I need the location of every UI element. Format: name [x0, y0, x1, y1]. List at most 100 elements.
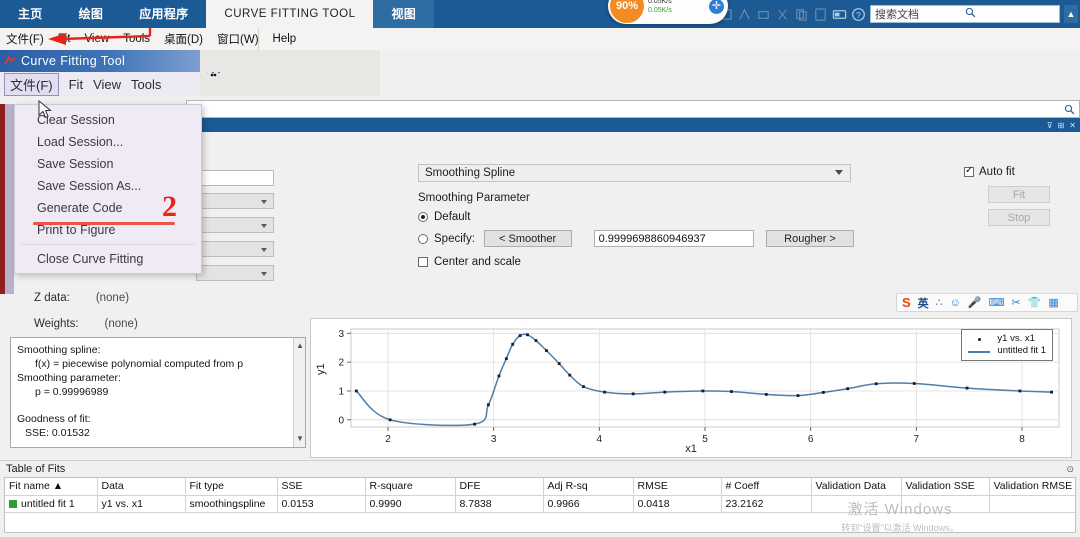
specify-radio[interactable]	[418, 233, 428, 244]
copy-icon[interactable]	[794, 7, 809, 22]
specify-radio-row[interactable]: Specify: < Smoother 0.9999698860946937 R…	[418, 230, 854, 247]
menubar-item-help[interactable]: Help	[273, 33, 297, 45]
menubar-item-file[interactable]: 文件(F)	[6, 31, 44, 47]
col-rmse[interactable]: RMSE	[633, 478, 722, 496]
col-validation-data[interactable]: Validation Data	[811, 478, 902, 496]
col-validation-rmse[interactable]: Validation RMSE	[989, 478, 1075, 496]
weights-value: (none)	[104, 318, 138, 330]
menubar-item-view[interactable]: View	[84, 33, 109, 45]
sogou-logo-icon[interactable]: S	[902, 295, 911, 310]
mic-icon[interactable]: 🎤	[968, 296, 982, 309]
center-scale-row[interactable]: Center and scale	[418, 256, 854, 268]
help-icon[interactable]: ?	[851, 7, 866, 22]
search-icon[interactable]	[965, 7, 1055, 21]
matlab-logo-icon	[4, 55, 16, 67]
path-search-icon[interactable]	[1060, 100, 1080, 118]
default-radio-label: Default	[434, 211, 471, 223]
ribbon-tab-plots[interactable]: 绘图	[61, 0, 122, 28]
ime-mode-label[interactable]: 英	[918, 295, 929, 311]
network-rates: 0.05K/s 0.05K/s	[644, 0, 709, 15]
panel-options-icon[interactable]: ⊙	[1066, 464, 1074, 475]
keyboard-icon[interactable]: ⌨	[989, 296, 1005, 309]
annotation-number-2: 2	[162, 190, 177, 223]
smoothing-parameter-input[interactable]: 0.9999698860946937	[593, 230, 754, 247]
collapse-ribbon-icon[interactable]: ▲	[1064, 5, 1078, 23]
y-data-select[interactable]	[196, 217, 274, 233]
paste-icon[interactable]	[813, 7, 828, 22]
menu-item-load-session[interactable]: Load Session...	[15, 131, 201, 153]
col-sse[interactable]: SSE	[277, 478, 366, 496]
menu-item-save-session[interactable]: Save Session	[15, 153, 201, 175]
col-dfe[interactable]: DFE	[455, 478, 544, 496]
menubar-item-tools[interactable]: Tools	[123, 33, 150, 45]
ime-dots-icon[interactable]: ∴	[936, 296, 943, 309]
x-data-select[interactable]	[196, 193, 274, 209]
fit-plot-panel[interactable]: 2 3 4 5 6 7 8 0 1 2 3 y1 x1 y1 vs. x1 untitled fit…	[310, 318, 1072, 458]
path-bar[interactable]: ▸ ▾	[186, 100, 1080, 118]
col-validation-sse[interactable]: Validation SSE	[901, 478, 990, 496]
emoji-icon[interactable]: ☺	[950, 297, 961, 309]
save-icon[interactable]	[737, 7, 752, 22]
close-icon[interactable]: ✕	[1069, 121, 1076, 130]
print-icon[interactable]	[756, 7, 771, 22]
skin-icon[interactable]: 👕	[1028, 296, 1042, 309]
svg-text:2: 2	[385, 434, 391, 445]
fit-name-input[interactable]	[196, 170, 274, 186]
search-text: 搜索文档	[875, 9, 919, 21]
cft-menu-view[interactable]: View	[93, 77, 121, 92]
auto-fit-checkbox[interactable]	[964, 165, 974, 177]
cell-r-square: 0.9990	[365, 495, 456, 513]
cft-menu-tools[interactable]: Tools	[131, 77, 161, 92]
layout-icon[interactable]	[832, 7, 847, 22]
center-scale-checkbox[interactable]	[418, 257, 428, 267]
svg-text:4: 4	[597, 434, 603, 445]
documentation-search[interactable]: 搜索文档	[870, 5, 1060, 23]
fit-type-select[interactable]: Smoothing Spline	[418, 164, 851, 182]
default-radio[interactable]	[418, 212, 428, 222]
add-widget-icon[interactable]: ✛	[709, 0, 724, 14]
ribbon-tab-view[interactable]: 视图	[373, 0, 435, 28]
table-of-fits[interactable]: Fit name ▲ Data Fit type SSE R-square DF…	[4, 477, 1076, 533]
toolbox-icon[interactable]: ▦	[1048, 296, 1058, 309]
z-data-select[interactable]	[196, 241, 274, 257]
stop-button[interactable]: Stop	[988, 209, 1050, 226]
cft-menu-file[interactable]: 文件(F)	[4, 72, 59, 96]
col-data[interactable]: Data	[97, 478, 186, 496]
ime-toolbar[interactable]: S 英 ∴ ☺ 🎤 ⌨ ✂ 👕 ▦	[896, 293, 1078, 312]
ribbon-tab-home[interactable]: 主页	[0, 0, 61, 28]
col-n-coeff[interactable]: # Coeff	[721, 478, 812, 496]
menubar-item-window[interactable]: 窗口(W)	[217, 31, 259, 47]
smoother-button[interactable]: < Smoother	[483, 230, 572, 247]
col-adj-r-sq[interactable]: Adj R-sq	[543, 478, 634, 496]
cut-icon[interactable]	[775, 7, 790, 22]
default-radio-row[interactable]: Default	[418, 211, 854, 223]
ribbon-tab-apps[interactable]: 应用程序	[121, 0, 206, 28]
auto-fit-row[interactable]: Auto fit	[964, 165, 1074, 178]
menubar-item-desktop[interactable]: 桌面(D)	[164, 31, 203, 47]
ribbon-tab-curve-fitting-tool[interactable]: CURVE FITTING TOOL	[206, 0, 374, 28]
table-row[interactable]: untitled fit 1 y1 vs. x1 smoothingspline…	[5, 495, 1075, 513]
menubar-item-fit[interactable]: Fit	[58, 33, 71, 45]
minimize-icon[interactable]: ⊽	[1047, 121, 1053, 130]
screenshot-icon[interactable]: ✂	[1012, 296, 1021, 309]
generate-code-underline-annotation	[33, 222, 175, 225]
col-r-square[interactable]: R-square	[365, 478, 456, 496]
cft-window-titlebar[interactable]: Curve Fitting Tool	[0, 50, 200, 72]
maximize-icon[interactable]: ⊞	[1058, 121, 1065, 130]
results-line-3: Smoothing parameter:	[17, 372, 121, 384]
col-fit-type[interactable]: Fit type	[185, 478, 278, 496]
menu-item-close-curve-fitting[interactable]: Close Curve Fitting	[15, 248, 201, 270]
rougher-button[interactable]: Rougher >	[766, 230, 854, 247]
cft-menu-fit[interactable]: Fit	[69, 77, 83, 92]
cpu-usage-badge: 90%	[610, 0, 644, 23]
col-fit-name[interactable]: Fit name ▲	[5, 478, 98, 496]
scroll-up-icon[interactable]: ▲	[296, 339, 304, 353]
cell-data: y1 vs. x1	[97, 495, 186, 513]
plot-legend: y1 vs. x1 untitled fit 1	[961, 329, 1053, 361]
results-scrollbar[interactable]: ▲ ▼	[293, 338, 305, 447]
fit-button[interactable]: Fit	[988, 186, 1050, 203]
network-speed-widget[interactable]: 90% 0.05K/s 0.05K/s ✛	[608, 0, 728, 24]
scroll-down-icon[interactable]: ▼	[296, 432, 304, 446]
weights-select[interactable]	[196, 265, 274, 281]
results-textbox[interactable]: Smoothing spline: f(x) = piecewise polyn…	[10, 337, 306, 448]
